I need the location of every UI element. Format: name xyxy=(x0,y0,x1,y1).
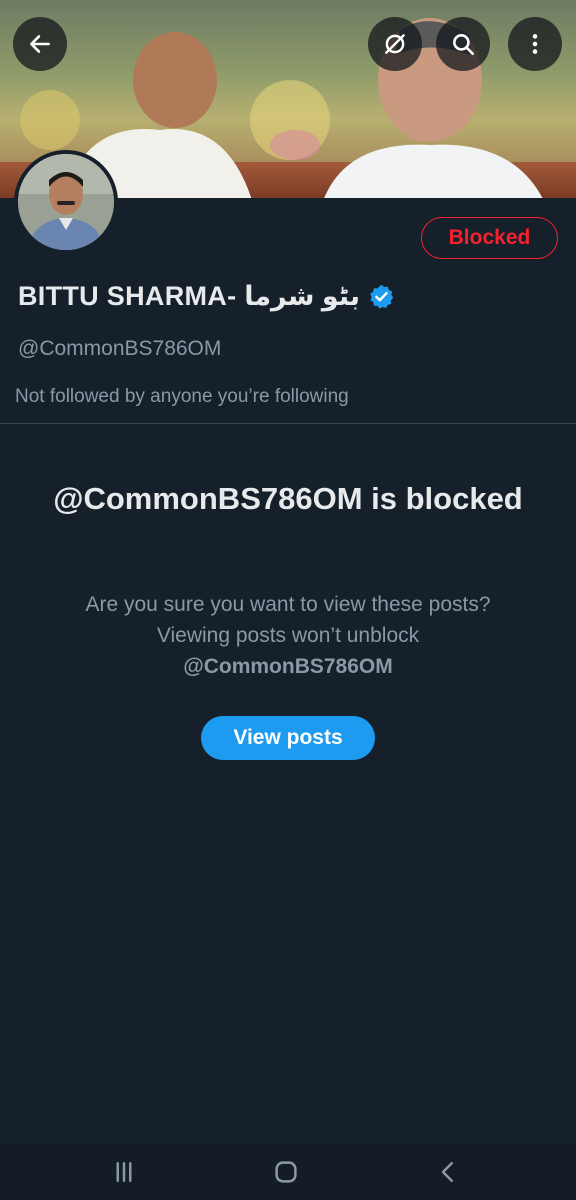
home-button[interactable] xyxy=(266,1156,306,1188)
profile-name-row: BITTU SHARMA- بٹو شرما xyxy=(18,281,395,312)
arrow-left-icon xyxy=(30,35,50,53)
blocked-title: @CommonBS786OM is blocked xyxy=(53,481,523,516)
recents-button[interactable] xyxy=(104,1156,144,1188)
profile-avatar[interactable] xyxy=(14,150,118,254)
back-button[interactable] xyxy=(13,17,67,71)
blocked-description: Are you sure you want to view these post… xyxy=(60,589,516,682)
grok-button[interactable] xyxy=(368,17,422,71)
recents-icon xyxy=(116,1162,132,1182)
home-icon xyxy=(275,1161,297,1183)
avatar-image xyxy=(18,154,114,250)
search-button[interactable] xyxy=(436,17,490,71)
blocked-description-handle: @CommonBS786OM xyxy=(183,655,393,678)
view-posts-button[interactable]: View posts xyxy=(201,716,375,760)
grok-icon xyxy=(385,34,405,54)
divider xyxy=(0,423,576,424)
more-vertical-icon xyxy=(532,34,538,54)
followed-by-status: Not followed by anyone you’re following xyxy=(15,386,349,407)
more-button[interactable] xyxy=(508,17,562,71)
system-nav-bar xyxy=(0,1144,576,1200)
profile-name: BITTU SHARMA- بٹو شرما xyxy=(18,281,360,311)
profile-handle: @CommonBS786OM xyxy=(18,337,222,360)
blocked-description-text: Are you sure you want to view these post… xyxy=(85,593,491,647)
banner-bokeh xyxy=(270,130,320,160)
search-icon xyxy=(453,34,475,56)
back-nav-button[interactable] xyxy=(428,1156,468,1188)
back-chevron-icon xyxy=(441,1162,453,1182)
verified-badge-icon[interactable] xyxy=(368,283,395,310)
blocked-button[interactable]: Blocked xyxy=(421,217,558,259)
